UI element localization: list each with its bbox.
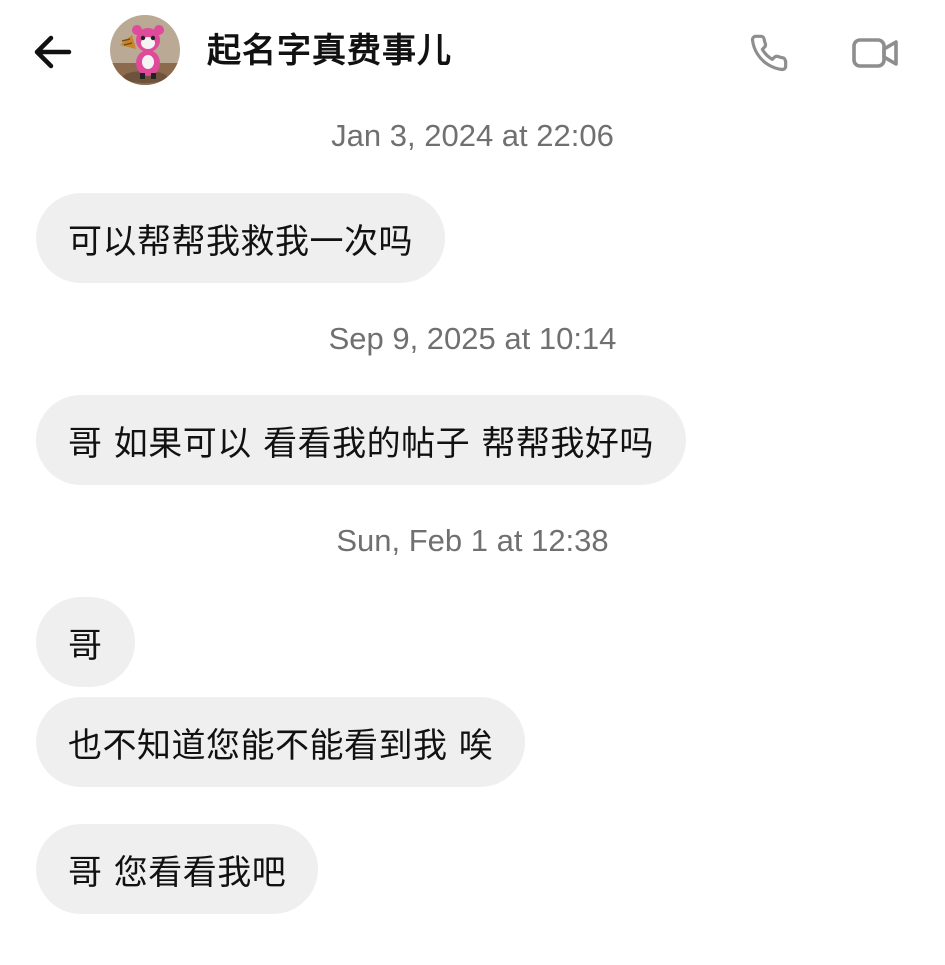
call-button[interactable] [746, 30, 792, 76]
message-bubble[interactable]: 哥 如果可以 看看我的帖子 帮帮我好吗 [36, 395, 686, 485]
video-camera-icon [852, 38, 898, 68]
timestamp: Sep 9, 2025 at 10:14 [328, 321, 617, 356]
message-bubble[interactable]: 哥 [36, 597, 135, 687]
contact-name[interactable]: 起名字真费事儿 [207, 29, 452, 73]
timestamp: Sun, Feb 1 at 12:38 [336, 523, 609, 558]
phone-icon [750, 34, 788, 72]
avatar[interactable] [110, 15, 180, 85]
cartoon-avatar-icon [110, 15, 180, 85]
message-bubble[interactable]: 哥 您看看我吧 [36, 824, 319, 914]
arrow-left-icon [34, 35, 72, 69]
video-call-button[interactable] [848, 30, 902, 76]
message-bubble[interactable]: 可以帮帮我救我一次吗 [36, 193, 445, 283]
chat-header: 起名字真费事儿 [0, 0, 945, 100]
timestamp: Jan 3, 2024 at 22:06 [331, 118, 614, 153]
message-bubble[interactable]: 也不知道您能不能看到我 唉 [36, 697, 526, 787]
back-button[interactable] [28, 30, 76, 74]
